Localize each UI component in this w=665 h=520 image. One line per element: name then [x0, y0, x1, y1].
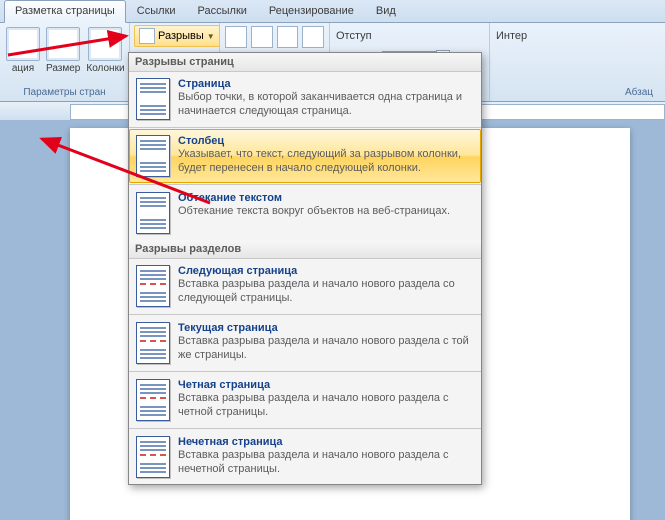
gallery-item-desc: Выбор точки, в которой заканчивается одн… — [178, 91, 474, 119]
gallery-item-desc: Вставка разрыва раздела и начало нового … — [178, 392, 474, 420]
gallery-item-even-page[interactable]: Четная страница Вставка разрыва раздела … — [129, 373, 481, 427]
stub-icon[interactable] — [302, 26, 324, 48]
watermark-icon[interactable] — [225, 26, 247, 48]
gallery-item-title: Столбец — [178, 135, 474, 147]
tab-mailings[interactable]: Рассылки — [187, 0, 258, 22]
chevron-down-icon: ▼ — [207, 32, 215, 41]
ribbon-tabs: Разметка страницы Ссылки Рассылки Реценз… — [0, 0, 665, 23]
gallery-item-odd-page[interactable]: Нечетная страница Вставка разрыва раздел… — [129, 430, 481, 484]
gallery-item-title: Страница — [178, 78, 474, 90]
odd-page-section-icon — [136, 436, 170, 478]
tab-references[interactable]: Ссылки — [126, 0, 187, 22]
column-break-icon — [136, 135, 170, 177]
gallery-item-title: Четная страница — [178, 379, 474, 391]
columns-icon — [88, 27, 122, 61]
gallery-item-desc: Вставка разрыва раздела и начало нового … — [178, 335, 474, 363]
gallery-item-title: Обтекание текстом — [178, 192, 474, 204]
gallery-item-title: Текущая страница — [178, 322, 474, 334]
page-borders-icon[interactable] — [277, 26, 299, 48]
tab-view[interactable]: Вид — [365, 0, 407, 22]
gallery-item-continuous[interactable]: Текущая страница Вставка разрыва раздела… — [129, 316, 481, 370]
gallery-item-desc: Обтекание текста вокруг объектов на веб-… — [178, 205, 474, 219]
gallery-item-desc: Указывает, что текст, следующий за разры… — [178, 148, 474, 176]
size-button[interactable]: Размер — [44, 25, 82, 76]
size-icon — [46, 27, 80, 61]
orientation-button[interactable]: ация — [4, 25, 42, 76]
indent-heading: Отступ — [336, 30, 378, 42]
page-break-icon — [136, 78, 170, 120]
continuous-section-icon — [136, 322, 170, 364]
gallery-item-title: Нечетная страница — [178, 436, 474, 448]
spacing-heading: Интер — [496, 30, 538, 42]
gallery-item-column[interactable]: Столбец Указывает, что текст, следующий … — [129, 129, 481, 183]
group-paragraph: Интер Абзац — [490, 23, 665, 101]
tab-review[interactable]: Рецензирование — [258, 0, 365, 22]
page-color-icon[interactable] — [251, 26, 273, 48]
columns-button[interactable]: Колонки — [84, 25, 126, 76]
even-page-section-icon — [136, 379, 170, 421]
columns-label: Колонки — [86, 63, 124, 74]
text-wrap-icon — [136, 192, 170, 234]
gallery-item-page[interactable]: Страница Выбор точки, в которой заканчив… — [129, 72, 481, 126]
orientation-label: ация — [12, 63, 34, 74]
orientation-icon — [6, 27, 40, 61]
group-page-setup: ация Размер Колонки Параметры стран — [0, 23, 130, 101]
next-page-section-icon — [136, 265, 170, 307]
breaks-label: Разрывы — [158, 30, 204, 42]
group-page-setup-label: Параметры стран — [4, 86, 125, 99]
breaks-icon — [139, 28, 155, 44]
gallery-header-section-breaks: Разрывы разделов — [129, 240, 481, 259]
breaks-gallery: Разрывы страниц Страница Выбор точки, в … — [128, 52, 482, 485]
tab-page-layout[interactable]: Разметка страницы — [4, 0, 126, 23]
gallery-item-text-wrap[interactable]: Обтекание текстом Обтекание текста вокру… — [129, 186, 481, 240]
breaks-button[interactable]: Разрывы ▼ — [134, 25, 220, 47]
gallery-header-page-breaks: Разрывы страниц — [129, 53, 481, 72]
group-paragraph-label: Абзац — [494, 86, 661, 99]
gallery-item-desc: Вставка разрыва раздела и начало нового … — [178, 278, 474, 306]
gallery-item-desc: Вставка разрыва раздела и начало нового … — [178, 449, 474, 477]
size-label: Размер — [46, 63, 80, 74]
gallery-item-title: Следующая страница — [178, 265, 474, 277]
gallery-item-next-page[interactable]: Следующая страница Вставка разрыва разде… — [129, 259, 481, 313]
